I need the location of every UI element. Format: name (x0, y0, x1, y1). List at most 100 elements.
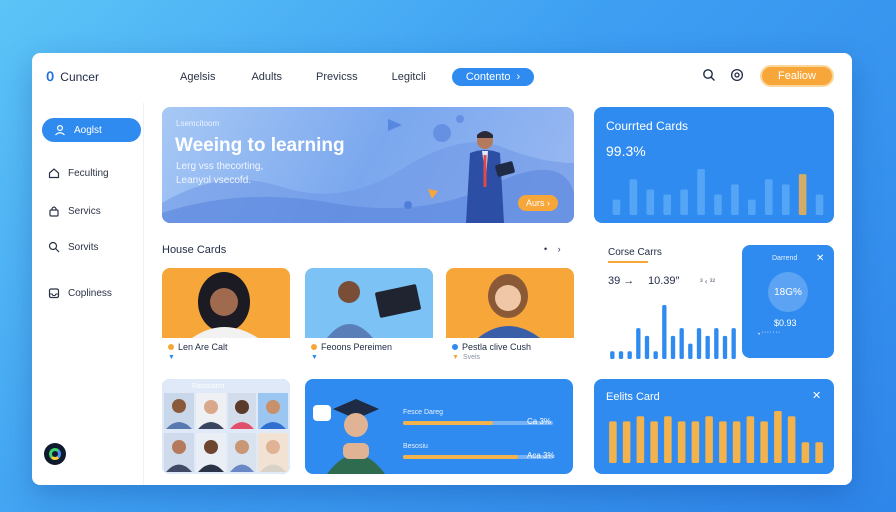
chart-bar (653, 351, 658, 359)
sidebar-item-3[interactable]: Servics (42, 199, 101, 223)
close-icon[interactable]: ✕ (816, 253, 824, 264)
hero-subtitle-1: Lerg vss thecorting, (176, 161, 264, 172)
sidebar-item-label: Feculting (68, 167, 109, 179)
search-icon[interactable] (702, 68, 716, 82)
chart-bar (705, 335, 710, 359)
chart-bar (663, 194, 672, 215)
sidebar-item-label: Copliness (68, 287, 112, 299)
title-underline (608, 261, 648, 263)
team-photo-card[interactable]: Rassoarrn (162, 379, 290, 474)
progress-ring: 18G% (768, 272, 808, 312)
chart-bar (731, 328, 736, 359)
chart-bar (618, 351, 624, 359)
header-icons (702, 68, 744, 82)
progress-label-2: Besosiu (403, 443, 428, 450)
hero-title: Weeing to learning (175, 135, 345, 156)
nav-item-3[interactable]: Previcss (316, 71, 358, 83)
mini-card-value: $0.93 (774, 318, 797, 328)
chart-bar (627, 351, 632, 359)
profile-photo-1 (162, 268, 290, 338)
app-window: 𝟢 Cuncer Agelsis Adults Previcss Legitcl… (32, 53, 852, 485)
profile-name-3: Pestla clive Cush (452, 342, 531, 352)
chart-bar (650, 421, 658, 463)
home-icon (48, 168, 60, 179)
course-cards-title: Corse Carrs (608, 247, 662, 258)
settings-icon[interactable] (730, 68, 744, 82)
app-logo[interactable]: 𝟢 Cuncer (46, 69, 99, 85)
team-card-label: Rassoarrn (192, 383, 225, 390)
chart-bar (691, 421, 700, 463)
sidebar-item-4[interactable]: Sorvits (42, 235, 99, 259)
chart-bar (688, 343, 693, 359)
nav-item-4[interactable]: Legitcli (392, 71, 426, 83)
chart-bar (629, 179, 638, 215)
status-dot (311, 344, 317, 350)
logo-icon: 𝟢 (46, 69, 55, 84)
status-dot (168, 344, 174, 350)
graduate-image (327, 399, 385, 474)
nav-pill-label: Contento (465, 71, 511, 83)
progress-bar-1 (403, 421, 493, 425)
chart-bar (705, 416, 713, 463)
mini-card-note: • ′ ′ ′ ′ ′ ′ ′ (758, 332, 780, 338)
close-icon[interactable]: ✕ (812, 389, 821, 402)
profile-meta-2: ▼ (311, 354, 318, 361)
chart-bar (801, 442, 810, 463)
user-avatar[interactable] (44, 443, 66, 465)
chart-bar (677, 421, 686, 463)
chevron-right-icon: › (516, 71, 521, 83)
chart-bar (670, 335, 676, 359)
user-icon (55, 124, 65, 136)
counted-cards-title: Courrted Cards (606, 119, 689, 133)
course-cards-panel: Corse Carrs 39 → 10.39″ ³ ‹ ³² (608, 243, 738, 363)
sidebar-item-2[interactable]: Feculting (42, 161, 109, 185)
chart-bar (610, 351, 615, 359)
profile-name-2: Feoons Pereimen (311, 342, 392, 352)
hero-button-label: Aurs (526, 198, 545, 208)
sidebar-item-5[interactable]: Copliness (42, 281, 112, 305)
sidebar: Aoglst Feculting Servics Sorvits Copline… (32, 103, 144, 485)
profile-card-2[interactable]: Feoons Pereimen ▼ (305, 268, 433, 368)
nav-item-1[interactable]: Agelsis (180, 71, 215, 83)
progress-bar-2 (403, 455, 518, 459)
hero-button[interactable]: Aurs › (518, 195, 559, 211)
profile-photo-2 (305, 268, 433, 338)
chart-bar (760, 421, 768, 463)
chart-bar (732, 421, 741, 463)
nav-item-2[interactable]: Adults (251, 71, 282, 83)
sidebar-item-label: Aoglst (74, 124, 102, 136)
stats-card-title: Eelits Card (606, 391, 660, 403)
nav-pill-button[interactable]: Contento › (451, 68, 535, 86)
person-image (327, 281, 421, 338)
search-icon (48, 241, 60, 253)
chart-bar (662, 305, 667, 359)
chart-bar (815, 442, 823, 463)
chart-bar (636, 328, 641, 359)
sidebar-item-1[interactable]: Aoglst (42, 118, 141, 142)
chart-bar (609, 421, 617, 463)
stats-chart (609, 411, 823, 463)
profile-card-3[interactable]: Pestla clive Cush ▼ Sveis (446, 268, 574, 368)
hero-banner: Lsemcitoom Weeing to learning Lerg vss t… (162, 107, 574, 223)
person-image (192, 272, 258, 338)
profile-card-1[interactable]: Len Are Calt ▼ (162, 268, 290, 368)
chart-bar (714, 328, 719, 359)
stats-card: Eelits Card ✕ (594, 379, 834, 474)
section-controls[interactable]: • › (544, 244, 565, 254)
chart-bar (781, 184, 790, 215)
chart-bar (764, 179, 773, 215)
section-title: House Cards (162, 244, 227, 256)
course-cards-chart (610, 305, 736, 359)
sidebar-item-label: Sorvits (68, 241, 99, 253)
chart-bar (714, 194, 722, 215)
chart-bar (787, 416, 796, 463)
primary-cta-button[interactable]: Fealiow (760, 65, 834, 87)
profile-meta-3: ▼ Sveis (452, 354, 481, 361)
chart-bar (646, 189, 655, 215)
counted-cards-chart (612, 169, 824, 215)
app-title: Cuncer (60, 70, 99, 84)
mini-card-title: Darrend (772, 255, 798, 262)
profile-name-1: Len Are Calt (168, 342, 228, 352)
chart-bar (748, 199, 756, 215)
summary-mini-card: Darrend ✕ 18G% $0.93 • ′ ′ ′ ′ ′ ′ ′ (742, 245, 834, 358)
